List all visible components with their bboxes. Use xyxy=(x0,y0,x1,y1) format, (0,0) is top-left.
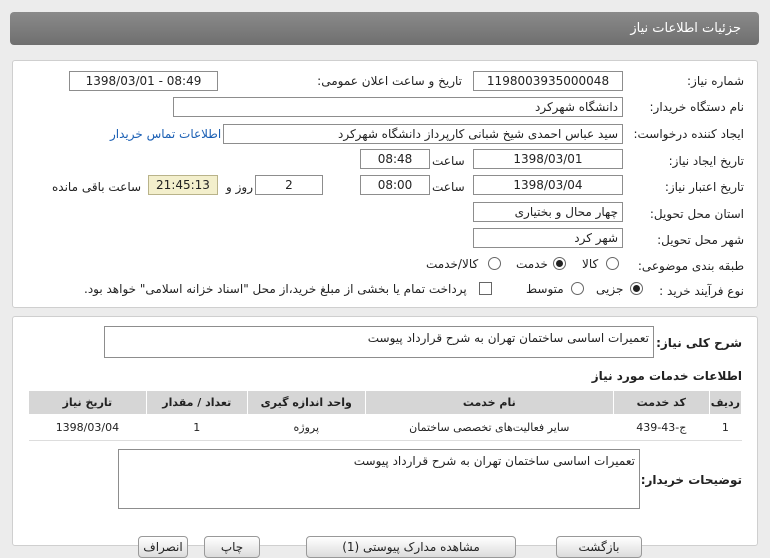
created-time-label: ساعت xyxy=(432,154,465,168)
announce-label: تاریخ و ساعت اعلان عمومی: xyxy=(317,74,462,88)
col-quantity: تعداد / مقدار xyxy=(145,390,248,415)
province-field[interactable]: چهار محال و بختیاری xyxy=(473,202,623,222)
buyer-org-label: نام دستگاه خریدار: xyxy=(649,100,745,114)
col-row-number: ردیف xyxy=(708,390,743,415)
remaining-time-field: 21:45:13 xyxy=(148,175,218,195)
validity-time-label: ساعت xyxy=(432,180,465,194)
table-row[interactable]: 1 ج-43-439 سایر فعالیت‌های تخصصی ساختمان… xyxy=(28,414,742,441)
category-goods-service-label: کالا/خدمت xyxy=(426,257,479,271)
treasury-payment-checkbox[interactable] xyxy=(479,282,492,295)
view-attachments-button[interactable]: مشاهده مدارک پیوستی (1) xyxy=(306,536,516,558)
need-number-label: شماره نیاز: xyxy=(687,74,744,88)
process-label: نوع فرآیند خرید : xyxy=(659,284,744,298)
need-number-field[interactable]: 1198003935000048 xyxy=(473,71,623,91)
process-minor-radio[interactable] xyxy=(630,282,643,295)
services-header-row: ردیف کد خدمت نام خدمت واحد اندازه گیری ت… xyxy=(28,390,743,415)
process-medium-label: متوسط xyxy=(526,282,564,296)
col-service-code: کد خدمت xyxy=(612,390,710,415)
created-date-field[interactable]: 1398/03/01 xyxy=(473,149,623,169)
category-goods-service-radio[interactable] xyxy=(488,257,501,270)
summary-text: تعمیرات اساسی ساختمان تهران به شرح قرارد… xyxy=(104,326,654,358)
created-date-label: تاریخ ایجاد نیاز: xyxy=(668,154,744,168)
buyer-notes-text: تعمیرات اساسی ساختمان تهران به شرح قرارد… xyxy=(118,449,640,509)
cell-need-date: 1398/03/04 xyxy=(28,414,147,441)
process-medium-radio[interactable] xyxy=(571,282,584,295)
category-label: طبقه بندی موضوعی: xyxy=(637,259,744,273)
process-minor-label: جزیی xyxy=(596,282,624,296)
back-button[interactable]: بازگشت xyxy=(556,536,642,558)
category-goods-label: کالا xyxy=(582,257,599,271)
cancel-button[interactable]: انصراف xyxy=(138,536,188,558)
category-service-label: خدمت xyxy=(516,257,548,271)
days-field[interactable]: 2 xyxy=(255,175,323,195)
category-goods-radio[interactable] xyxy=(606,257,619,270)
page-header: جزئیات اطلاعات نیاز xyxy=(10,12,759,45)
city-label: شهر محل تحویل: xyxy=(657,233,744,247)
province-label: استان محل تحویل: xyxy=(649,207,744,221)
city-field[interactable]: شهر کرد xyxy=(473,228,623,248)
validity-date-label: تاریخ اعتبار نیاز: xyxy=(664,180,744,194)
cell-service-name: سایر فعالیت‌های تخصصی ساختمان xyxy=(365,414,614,441)
validity-time-field[interactable]: 08:00 xyxy=(360,175,430,195)
cell-unit: پروژه xyxy=(247,414,366,441)
page-title: جزئیات اطلاعات نیاز xyxy=(630,21,741,36)
print-button[interactable]: چاپ xyxy=(204,536,260,558)
services-title: اطلاعات خدمات مورد نیاز xyxy=(591,369,742,383)
validity-date-field[interactable]: 1398/03/04 xyxy=(473,175,623,195)
creator-field[interactable]: سید عباس احمدی شیخ شبانی کارپرداز دانشگا… xyxy=(223,124,623,144)
buyer-org-field[interactable]: دانشگاه شهرکرد xyxy=(173,97,623,117)
services-table: ردیف کد خدمت نام خدمت واحد اندازه گیری ت… xyxy=(28,390,743,441)
remaining-time-label: ساعت باقی مانده xyxy=(52,180,142,194)
treasury-payment-note: پرداخت تمام یا بخشی از مبلغ خرید،از محل … xyxy=(84,282,467,296)
category-service-radio[interactable] xyxy=(553,257,566,270)
created-time-field[interactable]: 08:48 xyxy=(360,149,430,169)
col-need-date: تاریخ نیاز xyxy=(28,390,147,415)
col-unit: واحد اندازه گیری xyxy=(246,390,366,415)
cell-row-number: 1 xyxy=(709,414,742,441)
announce-datetime-field[interactable]: 1398/03/01 - 08:49 xyxy=(69,71,218,91)
days-and-label: روز و xyxy=(226,180,253,194)
cell-service-code: ج-43-439 xyxy=(613,414,710,441)
buyer-notes-label: توضیحات خریدار: xyxy=(640,473,742,487)
buyer-contact-link[interactable]: اطلاعات تماس خریدار xyxy=(110,127,221,141)
col-service-name: نام خدمت xyxy=(364,390,614,415)
creator-label: ایجاد کننده درخواست: xyxy=(633,127,744,141)
summary-label: شرح کلی نیاز: xyxy=(656,336,742,350)
cell-quantity: 1 xyxy=(146,414,248,441)
